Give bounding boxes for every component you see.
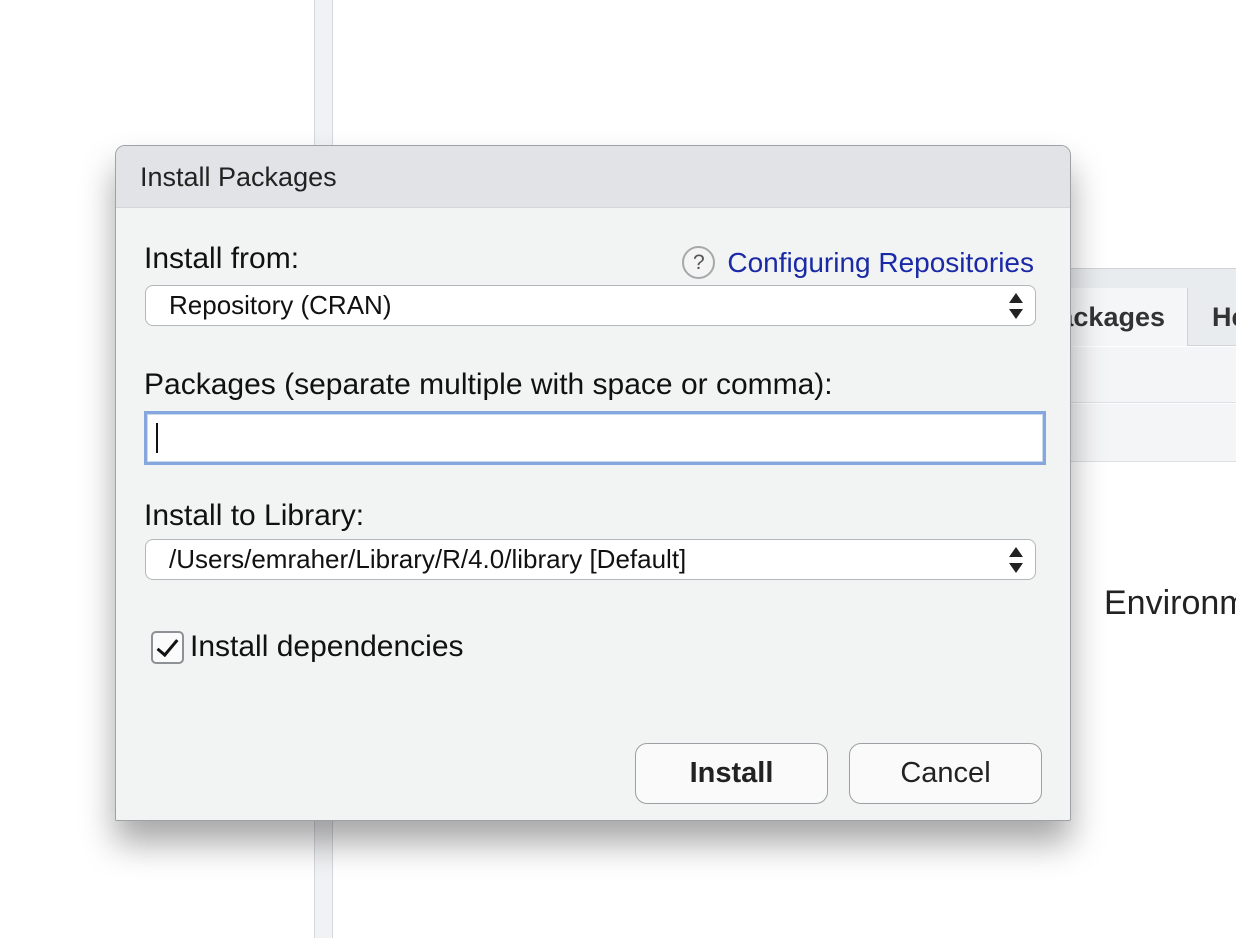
question-mark-icon[interactable]: ? <box>682 246 716 279</box>
pane-subtoolbar <box>1060 404 1236 462</box>
text-caret <box>156 423 158 453</box>
install-from-label: Install from: <box>144 242 300 275</box>
install-dependencies-label[interactable]: Install dependencies <box>190 630 464 664</box>
environment-empty-text: Environment is empty <box>1104 584 1236 622</box>
select-arrows-icon <box>1009 547 1023 573</box>
pane-toolbar <box>1060 347 1236 403</box>
tab-packages[interactable]: Packages <box>1060 288 1188 346</box>
configuring-repositories-link[interactable]: ? Configuring Repositories <box>682 246 1034 279</box>
select-arrows-icon <box>1009 293 1023 319</box>
install-dependencies-checkbox[interactable] <box>151 630 184 664</box>
install-library-value: /Users/emraher/Library/R/4.0/library [De… <box>169 544 687 574</box>
tab-packages-label: Packages <box>1060 302 1165 332</box>
install-dependencies-row[interactable]: Install dependencies <box>151 630 464 664</box>
install-from-value: Repository (CRAN) <box>169 290 392 320</box>
tab-help[interactable]: Help <box>1189 288 1236 346</box>
tab-help-label: Help <box>1212 302 1236 332</box>
install-packages-dialog: Install Packages Install from: ? Configu… <box>115 145 1071 821</box>
install-button[interactable]: Install <box>635 743 828 804</box>
install-library-select[interactable]: /Users/emraher/Library/R/4.0/library [De… <box>145 539 1036 580</box>
packages-label: Packages (separate multiple with space o… <box>144 368 833 401</box>
dialog-title: Install Packages <box>116 146 1070 208</box>
install-from-select[interactable]: Repository (CRAN) <box>145 285 1036 326</box>
rstudio-window: Packages Help Environment is empty Insta… <box>0 0 1236 938</box>
packages-input[interactable] <box>144 411 1046 465</box>
cancel-button[interactable]: Cancel <box>849 743 1042 804</box>
help-link-label[interactable]: Configuring Repositories <box>727 247 1034 279</box>
install-library-label: Install to Library: <box>144 499 365 532</box>
checkmark-icon <box>156 633 179 657</box>
